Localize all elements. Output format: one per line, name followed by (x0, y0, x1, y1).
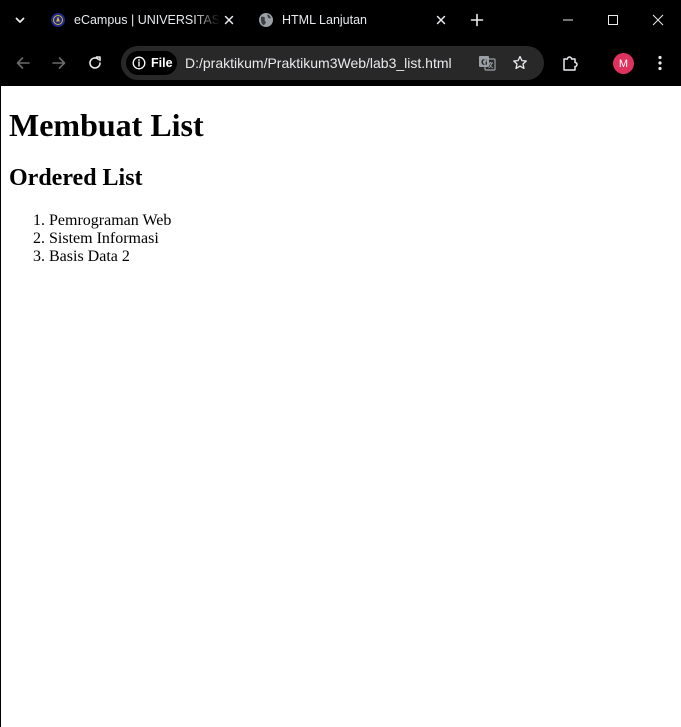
tab-close-button[interactable] (432, 11, 450, 29)
tab-ecampus[interactable]: eCampus | UNIVERSITAS PGRI (44, 6, 244, 34)
translate-button[interactable]: G (477, 53, 497, 73)
ordered-list: Pemrograman Web Sistem Informasi Basis D… (9, 212, 669, 266)
reload-icon (89, 56, 101, 69)
window-close-button[interactable] (635, 0, 681, 40)
list-item: Basis Data 2 (49, 248, 669, 266)
forward-button[interactable] (47, 51, 71, 75)
security-chip-label: File (151, 56, 173, 70)
tab-close-button[interactable] (220, 11, 238, 29)
minimize-icon (563, 19, 573, 21)
address-bar[interactable]: File D:/praktikum/Praktikum3Web/lab3_lis… (121, 46, 544, 80)
university-logo-icon (51, 13, 65, 27)
chevron-down-icon (15, 17, 25, 23)
bookmark-button[interactable] (510, 53, 530, 73)
plus-icon (470, 13, 484, 27)
tab-title: HTML Lanjutan (282, 13, 367, 27)
arrow-right-icon (52, 57, 66, 69)
extensions-button[interactable] (558, 51, 582, 75)
translate-icon: G (479, 56, 496, 71)
browser-toolbar: File D:/praktikum/Praktikum3Web/lab3_lis… (0, 40, 681, 86)
list-item: Pemrograman Web (49, 212, 669, 230)
globe-icon (259, 13, 273, 27)
maximize-button[interactable] (590, 0, 636, 40)
arrow-left-icon (16, 57, 30, 69)
puzzle-icon (563, 56, 578, 71)
back-button[interactable] (11, 51, 35, 75)
new-tab-button[interactable] (465, 8, 489, 32)
site-info-chip[interactable]: File (126, 51, 177, 75)
close-icon (224, 15, 234, 25)
tab-title: eCampus | UNIVERSITAS PGRI (74, 13, 220, 27)
minimize-button[interactable] (545, 0, 591, 40)
page-title: Membuat List (9, 107, 204, 143)
tab-html-lanjutan[interactable]: HTML Lanjutan (252, 6, 456, 34)
tab-strip: eCampus | UNIVERSITAS PGRI HTML Lanjutan (0, 0, 681, 40)
profile-initial: M (618, 57, 629, 70)
tab-search-button[interactable] (8, 8, 32, 32)
profile-avatar[interactable]: M (613, 53, 634, 74)
maximize-icon (608, 15, 618, 25)
section-heading: Ordered List (9, 165, 143, 191)
url-text[interactable]: D:/praktikum/Praktikum3Web/lab3_list.htm… (185, 55, 452, 71)
reload-button[interactable] (83, 51, 107, 75)
browser-menu-button[interactable] (649, 51, 671, 75)
page-content: Membuat List Ordered List Pemrograman We… (9, 86, 669, 266)
star-icon (513, 55, 527, 70)
info-icon (132, 56, 146, 70)
page-viewport: Membuat List Ordered List Pemrograman We… (0, 86, 681, 727)
list-item: Sistem Informasi (49, 230, 669, 248)
close-icon (652, 14, 664, 26)
close-icon (436, 15, 446, 25)
more-vertical-icon (658, 55, 662, 71)
